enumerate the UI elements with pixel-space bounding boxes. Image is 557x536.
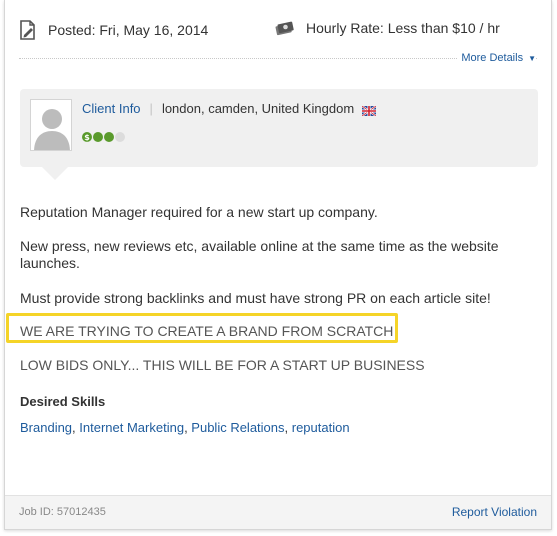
rating-dot-empty: [115, 132, 125, 142]
more-details-label: More Details: [461, 52, 524, 64]
skill-separator: ,: [284, 420, 292, 435]
job-card: Posted: Fri, May 16, 2014 Hourly Rate: L…: [4, 0, 552, 530]
posted-text: Posted: Fri, May 16, 2014: [48, 22, 209, 38]
document-edit-icon: [19, 20, 37, 40]
rating-dot-filled: [93, 132, 103, 142]
card-footer: Job ID: 57012435 Report Violation: [5, 495, 551, 529]
money-icon: [275, 20, 295, 36]
client-rating: $: [82, 132, 126, 142]
job-meta: Posted: Fri, May 16, 2014 Hourly Rate: L…: [19, 20, 537, 42]
skill-link-reputation[interactable]: reputation: [292, 420, 350, 435]
panel-pointer: [42, 167, 68, 180]
report-violation-link[interactable]: Report Violation: [452, 505, 537, 519]
avatar: [30, 99, 72, 151]
job-id: Job ID: 57012435: [19, 506, 106, 518]
skill-link-public-relations[interactable]: Public Relations: [191, 420, 284, 435]
uk-flag-icon: [361, 104, 377, 117]
client-location: london, camden, United Kingdom: [161, 101, 355, 116]
client-line: Client Info | london, camden, United Kin…: [82, 101, 377, 117]
description-paragraph: Must provide strong backlinks and must h…: [20, 290, 491, 306]
description-paragraph: New press, new reviews etc, available on…: [20, 238, 499, 271]
more-details-link[interactable]: More Details ▼: [457, 52, 536, 64]
skills-list: Branding, Internet Marketing, Public Rel…: [20, 420, 350, 435]
skills-heading: Desired Skills: [20, 394, 106, 409]
user-silhouette-icon: [31, 100, 71, 150]
rating-dot-filled: [104, 132, 114, 142]
description-paragraph: WE ARE TRYING TO CREATE A BRAND FROM SCR…: [20, 323, 394, 339]
client-info-panel: Client Info | london, camden, United Kin…: [20, 89, 538, 180]
skill-link-branding[interactable]: Branding: [20, 420, 72, 435]
skill-link-internet-marketing[interactable]: Internet Marketing: [79, 420, 184, 435]
description-paragraph: LOW BIDS ONLY... THIS WILL BE FOR A STAR…: [20, 357, 425, 373]
posted-date: Posted: Fri, May 16, 2014: [19, 20, 208, 40]
description-paragraph: Reputation Manager required for a new st…: [20, 204, 378, 220]
rate-text: Hourly Rate: Less than $10 / hr: [306, 20, 500, 36]
client-info-link[interactable]: Client Info: [82, 101, 141, 116]
chevron-down-icon: ▼: [528, 53, 536, 63]
payment-verified-icon: $: [82, 132, 92, 142]
hourly-rate: Hourly Rate: Less than $10 / hr: [275, 20, 500, 36]
separator: |: [149, 101, 153, 116]
